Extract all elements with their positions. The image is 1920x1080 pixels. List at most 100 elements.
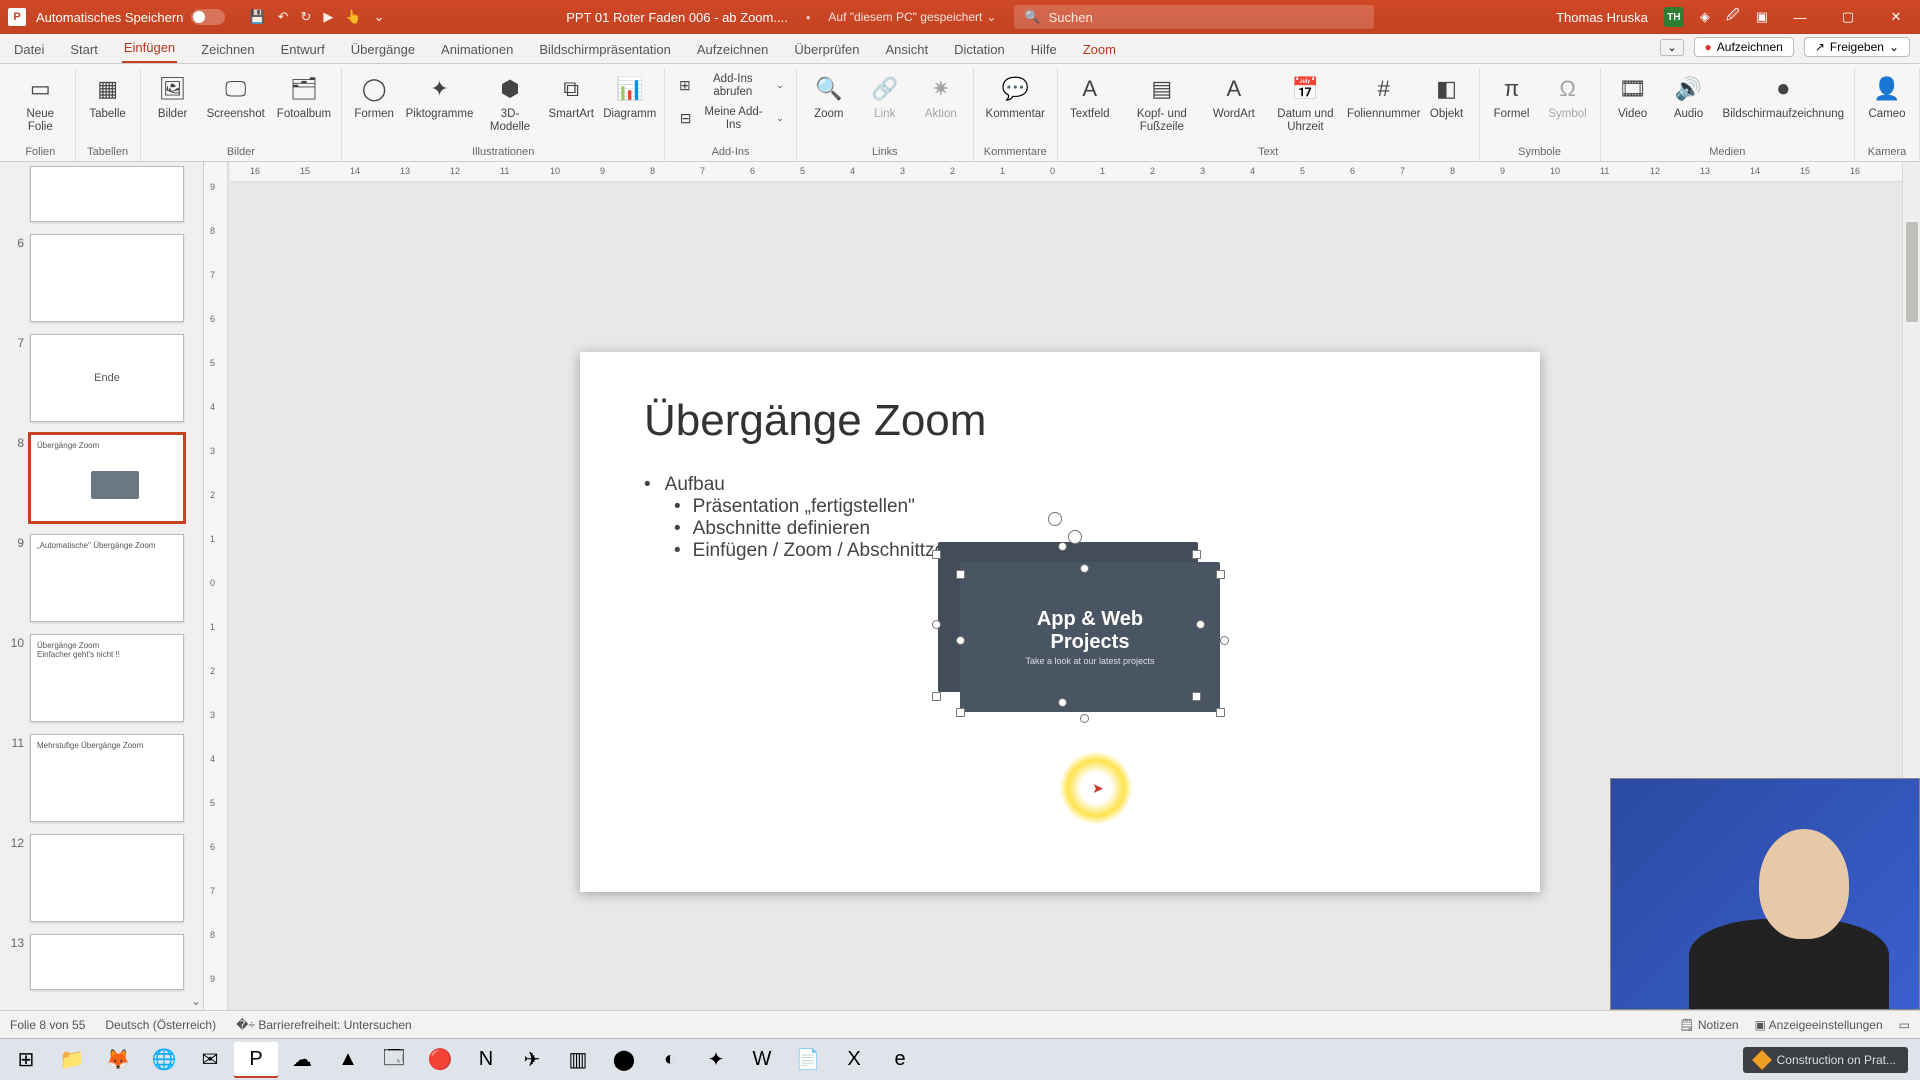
edge-icon[interactable]: e — [878, 1042, 922, 1078]
autosave-toggle[interactable]: Automatisches Speichern — [36, 9, 225, 25]
thumbnail-row[interactable]: 8Übergänge Zoom — [6, 434, 197, 522]
ribbon-button[interactable]: 🖵Screenshot — [207, 70, 265, 121]
slide-title[interactable]: Übergänge Zoom — [644, 396, 1476, 446]
firefox-icon[interactable]: 🦊 — [96, 1042, 140, 1078]
slide-thumbnail-panel[interactable]: 67Ende8Übergänge Zoom9„Automatische" Übe… — [0, 162, 204, 1010]
resize-handle[interactable] — [1080, 714, 1089, 723]
user-name[interactable]: Thomas Hruska — [1556, 10, 1648, 25]
tab-dictation[interactable]: Dictation — [952, 36, 1007, 63]
app-icon[interactable]: ◐ — [648, 1042, 692, 1078]
notification-toast[interactable]: Construction on Prat... — [1743, 1047, 1908, 1073]
slide-thumbnail[interactable] — [30, 834, 184, 922]
thumbnail-row[interactable]: 11Mehrstufige Übergänge Zoom — [6, 734, 197, 822]
resize-handle[interactable] — [1216, 570, 1225, 579]
word-icon[interactable]: W — [740, 1042, 784, 1078]
present-icon[interactable]: ▶ — [323, 9, 333, 25]
app-icon[interactable]: ▥ — [556, 1042, 600, 1078]
thumbnail-row[interactable]: 9„Automatische" Übergänge Zoom — [6, 534, 197, 622]
thumbnail-row[interactable] — [6, 166, 197, 222]
resize-handle[interactable] — [956, 708, 965, 717]
document-name[interactable]: PPT 01 Roter Faden 006 - ab Zoom.... — [566, 10, 788, 25]
ribbon-button[interactable]: 💬Kommentar — [986, 70, 1045, 121]
tab-bildschirm[interactable]: Bildschirmpräsentation — [537, 36, 673, 63]
slide-thumbnail[interactable] — [30, 166, 184, 222]
ribbon-button[interactable]: AWordArt — [1212, 70, 1256, 121]
ribbon-button[interactable]: 🖼Bilder — [151, 70, 195, 121]
ribbon-button[interactable]: 📅Datum und Uhrzeit — [1268, 70, 1343, 133]
app-icon[interactable]: 📄 — [786, 1042, 830, 1078]
ribbon-button[interactable]: ⊟Meine Add-Ins⌄ — [675, 103, 785, 134]
ribbon-button[interactable]: πFormel — [1490, 70, 1534, 121]
ribbon-button[interactable]: 👤Cameo — [1865, 70, 1909, 121]
slide-thumbnail[interactable] — [30, 934, 184, 990]
slide-thumbnail[interactable]: Ende — [30, 334, 184, 422]
tab-aufzeichnen[interactable]: Aufzeichnen — [695, 36, 771, 63]
ribbon-button[interactable]: ⧉SmartArt — [549, 70, 593, 121]
notes-button[interactable]: 🗒 Notizen — [1679, 1018, 1738, 1032]
resize-handle[interactable] — [1192, 692, 1201, 701]
thumbnail-row[interactable]: 10Übergänge Zoom Einfacher geht's nicht … — [6, 634, 197, 722]
record-button[interactable]: ●Aufzeichnen — [1694, 37, 1794, 57]
resize-handle[interactable] — [932, 550, 941, 559]
save-icon[interactable]: 💾 — [249, 9, 265, 25]
rotate-handle-icon[interactable] — [1048, 512, 1062, 526]
slide-thumbnail[interactable]: Übergänge Zoom — [30, 434, 184, 522]
resize-handle[interactable] — [1196, 620, 1205, 629]
ribbon-button[interactable]: ⬢3D-Modelle — [483, 70, 537, 133]
app-icon[interactable]: 🔴 — [418, 1042, 462, 1078]
ribbon-button[interactable]: ◯Formen — [352, 70, 396, 121]
share-button[interactable]: ↗Freigeben⌄ — [1804, 37, 1910, 57]
resize-handle[interactable] — [1080, 564, 1089, 573]
slide-counter[interactable]: Folie 8 von 55 — [10, 1018, 85, 1032]
slide-thumbnail[interactable]: Übergänge Zoom Einfacher geht's nicht !! — [30, 634, 184, 722]
app-icon[interactable]: ☁ — [280, 1042, 324, 1078]
app-icon[interactable]: 🗔 — [372, 1042, 416, 1078]
rotate-handle-icon[interactable] — [1068, 530, 1082, 544]
tab-zeichnen[interactable]: Zeichnen — [199, 36, 256, 63]
ribbon-button[interactable]: ▭Neue Folie — [16, 70, 65, 133]
tab-zoom[interactable]: Zoom — [1081, 36, 1118, 63]
resize-handle[interactable] — [1220, 636, 1229, 645]
scrollbar-thumb[interactable] — [1906, 222, 1918, 322]
excel-icon[interactable]: X — [832, 1042, 876, 1078]
collapse-ribbon-icon[interactable]: ⌄ — [1660, 39, 1683, 56]
scroll-down-icon[interactable]: ⌄ — [191, 994, 201, 1008]
start-button[interactable]: ⊞ — [4, 1042, 48, 1078]
ribbon-button[interactable]: ✦Piktogramme — [408, 70, 471, 121]
slide-thumbnail[interactable]: Mehrstufige Übergänge Zoom — [30, 734, 184, 822]
tab-ueberpruefen[interactable]: Überprüfen — [792, 36, 861, 63]
tab-uebergaenge[interactable]: Übergänge — [349, 36, 417, 63]
ribbon-button[interactable]: 🔗Link — [863, 70, 907, 121]
user-avatar[interactable]: TH — [1664, 7, 1684, 27]
accessibility-status[interactable]: �÷ Barrierefreiheit: Untersuchen — [236, 1018, 412, 1032]
undo-icon[interactable]: ↶ — [278, 9, 289, 25]
tab-animationen[interactable]: Animationen — [439, 36, 515, 63]
thumbnail-row[interactable]: 13 — [6, 934, 197, 990]
chrome-icon[interactable]: 🌐 — [142, 1042, 186, 1078]
window-icon[interactable]: ▣ — [1756, 9, 1768, 25]
minimize-button[interactable]: — — [1784, 10, 1816, 25]
slide[interactable]: Übergänge Zoom Aufbau Präsentation „fert… — [580, 352, 1540, 892]
redo-icon[interactable]: ↻ — [301, 9, 312, 25]
explorer-icon[interactable]: 📁 — [50, 1042, 94, 1078]
tab-start[interactable]: Start — [68, 36, 99, 63]
touch-icon[interactable]: 👆 — [345, 9, 361, 25]
thumbnail-row[interactable]: 7Ende — [6, 334, 197, 422]
vlc-icon[interactable]: ▲ — [326, 1042, 370, 1078]
tab-entwurf[interactable]: Entwurf — [279, 36, 327, 63]
resize-handle[interactable] — [932, 620, 941, 629]
resize-handle[interactable] — [932, 692, 941, 701]
resize-handle[interactable] — [956, 636, 965, 645]
language-status[interactable]: Deutsch (Österreich) — [105, 1018, 216, 1032]
slide-thumbnail[interactable]: „Automatische" Übergänge Zoom — [30, 534, 184, 622]
obs-icon[interactable]: ⬤ — [602, 1042, 646, 1078]
tab-einfuegen[interactable]: Einfügen — [122, 34, 177, 63]
thumbnail-row[interactable]: 12 — [6, 834, 197, 922]
ribbon-button[interactable]: #Foliennummer — [1355, 70, 1413, 121]
display-settings-button[interactable]: ▣ Anzeigeeinstellungen — [1755, 1018, 1883, 1032]
search-box[interactable]: 🔍 Suchen — [1014, 5, 1374, 29]
resize-handle[interactable] — [1058, 698, 1067, 707]
tab-datei[interactable]: Datei — [12, 36, 46, 63]
app-icon[interactable]: ✦ — [694, 1042, 738, 1078]
onenote-icon[interactable]: N — [464, 1042, 508, 1078]
